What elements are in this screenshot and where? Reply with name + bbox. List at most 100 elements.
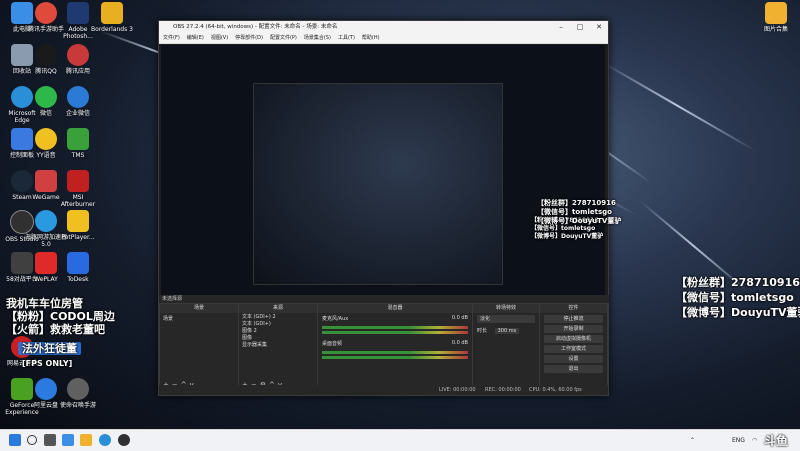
wechat-icon (35, 86, 57, 108)
network-icon[interactable]: ◠ (752, 430, 757, 451)
widgets-icon[interactable] (62, 434, 74, 446)
controls-dock: 控件 停止推流 开始录制 启动虚拟摄像机 工作室模式 设置 退出 (539, 303, 608, 391)
mixer-channel-mic: 麦克风/Aux 0.0 dB (318, 313, 472, 324)
transitions-dock-title: 转场特效 (473, 304, 539, 313)
desktop-icon-cod-mobile[interactable]: 使命召唤手游 (56, 378, 100, 409)
tms-icon (67, 128, 89, 150)
minimize-icon[interactable]: – (552, 21, 570, 33)
yy-icon (35, 128, 57, 150)
wecom-icon (67, 86, 89, 108)
douyu-watermark: 斗鱼 (764, 434, 789, 448)
desktop-icon-wecom[interactable]: 企业微信 (56, 86, 100, 117)
menu-docks[interactable]: 停靠部件(D) (235, 33, 263, 43)
folder-icon (765, 2, 787, 24)
preview-overlay-weibo: 【微博号】DouyuTV董驴 (531, 233, 604, 240)
exit-button[interactable]: 退出 (544, 365, 603, 373)
obs-titlebar[interactable]: OBS 27.2.4 (64-bit, windows) - 配置文件: 未命名… (159, 21, 608, 33)
mic-db: 0.0 dB (451, 315, 468, 321)
potplayer-icon (67, 210, 89, 232)
overlay-weibo: 【微博号】DouyuTV董驴 (676, 306, 800, 319)
task-view-icon[interactable] (44, 434, 56, 446)
live-timer: LIVE: 00:00:00 (439, 387, 476, 393)
start-virtual-camera-button[interactable]: 启动虚拟摄像机 (544, 335, 603, 343)
desktop-audio-label: 桌面音频 (322, 341, 343, 347)
mixer-dock-title: 混音器 (318, 304, 472, 313)
duration-input[interactable]: 300 ms (494, 328, 520, 334)
sources-dock: 来源 文本 (GDI+) 2 文本 (GDI+) 图像 2 图像 显示器采集 +… (238, 303, 318, 391)
transitions-dock: 转场特效 淡化 时长 300 ms (472, 303, 540, 391)
obs-taskbar-icon[interactable] (118, 434, 130, 446)
mic-label: 麦克风/Aux (322, 316, 349, 322)
overlay-fans-group: 【粉丝群】278710916 (676, 276, 800, 289)
desktop-audio-volume-slider[interactable] (322, 356, 468, 359)
search-icon[interactable] (27, 435, 37, 445)
menu-view[interactable]: 视图(V) (211, 33, 228, 43)
sources-dock-title: 来源 (239, 304, 317, 313)
desktop-icon-tms[interactable]: TMS (56, 128, 100, 159)
desktop-audio-db: 0.0 dB (451, 340, 468, 346)
desktop-icon-todesk[interactable]: ToDesk (56, 252, 100, 283)
start-icon[interactable] (9, 434, 21, 446)
scene-item[interactable]: 场景 (160, 313, 238, 324)
overlay-weibo-medium: 【微博号】DouyuTV董驴 (537, 217, 622, 225)
desktop-icon-tencent-apps[interactable]: 腾讯应用 (56, 44, 100, 75)
mic-volume-slider[interactable] (322, 331, 468, 334)
close-icon[interactable]: ✕ (590, 21, 608, 33)
taskbar: ⌃ ENG ◠ 斗鱼 (0, 429, 800, 451)
source-item[interactable]: 文本 (GDI+) 2 (242, 314, 314, 321)
rec-timer: REC: 00:00:00 (485, 387, 521, 393)
cpu-fps: CPU: 0.4%, 60.00 fps (529, 387, 582, 393)
maximize-icon[interactable]: □ (571, 21, 589, 33)
tencent-apps-icon (67, 44, 89, 66)
menu-file[interactable]: 文件(F) (163, 33, 180, 43)
source-item[interactable]: 显示器采集 (242, 342, 314, 349)
desktop-icon-pictures-folder[interactable]: 图片合集 (754, 2, 798, 33)
scenes-dock: 场景 场景 +−^v (159, 303, 239, 391)
desktop-audio-meter (322, 351, 468, 354)
edge-taskbar-icon[interactable] (99, 434, 111, 446)
tray-icons[interactable]: ⌃ (690, 430, 695, 451)
transition-duration-row: 时长 300 ms (473, 325, 539, 336)
menu-edit[interactable]: 编辑(E) (187, 33, 204, 43)
source-item[interactable]: 文本 (GDI+) (242, 321, 314, 328)
cod-mobile-icon (67, 378, 89, 400)
language-indicator[interactable]: ENG (732, 430, 745, 451)
start-recording-button[interactable]: 开始录制 (544, 325, 603, 333)
overlay-fans-medium: 【粉丝群】278710916 (537, 199, 616, 207)
mixer-dock: 混音器 麦克风/Aux 0.0 dB 桌面音频 0.0 dB (317, 303, 473, 391)
no-source-label: 未选择源 (162, 296, 183, 302)
overlay-wechat: 【微信号】tomletsgo (676, 291, 794, 304)
desktop-icon-potplayer[interactable]: PotPlayer... (56, 210, 100, 241)
obs-preview[interactable]: 【粉丝群】278710916 【微信号】tomletsgo 【微博号】Douyu… (161, 45, 605, 315)
photoshop-icon (67, 2, 89, 24)
menu-profile[interactable]: 配置文件(P) (270, 33, 297, 43)
menu-tools[interactable]: 工具(T) (338, 33, 355, 43)
tencent-icon (35, 2, 57, 24)
settings-button[interactable]: 设置 (544, 355, 603, 363)
preview-overlay-wechat: 【微信号】tomletsgo (531, 225, 596, 232)
menu-scene-collection[interactable]: 场景集合(S) (304, 33, 331, 43)
studio-mode-button[interactable]: 工作室模式 (544, 345, 603, 353)
overlay-left-line-2: 【粉粉】CODOL周边 (6, 310, 115, 323)
source-toolbar: 未选择源 (159, 295, 609, 303)
todesk-icon (67, 252, 89, 274)
transition-select[interactable]: 淡化 (477, 315, 535, 323)
overlay-banner: 法外狂徒董 (18, 342, 81, 355)
mixer-channel-desktop: 桌面音频 0.0 dB (318, 336, 472, 349)
source-item[interactable]: 图像 (242, 335, 314, 342)
stop-streaming-button[interactable]: 停止推流 (544, 315, 603, 323)
menu-help[interactable]: 帮助(H) (362, 33, 380, 43)
overlay-left-line-3: 【火箭】救救老董吧 (6, 323, 105, 336)
scenes-dock-title: 场景 (160, 304, 238, 313)
nested-preview (253, 83, 503, 285)
overlay-fps-label: [FPS ONLY] (22, 359, 73, 368)
desktop-icon-afterburner[interactable]: MSI Afterburner (56, 170, 100, 208)
overlay-wechat-medium: 【微信号】tomletsgo (537, 208, 612, 216)
obs-statusbar: LIVE: 00:00:00 REC: 00:00:00 CPU: 0.4%, … (159, 385, 608, 395)
source-item[interactable]: 图像 2 (242, 328, 314, 335)
desktop-icon-borderlands[interactable]: Borderlands 3 (90, 2, 134, 33)
overlay-left-line-1: 我机车车位房管 (6, 297, 83, 310)
file-explorer-icon[interactable] (80, 434, 92, 446)
borderlands-icon (101, 2, 123, 24)
sources-list: 文本 (GDI+) 2 文本 (GDI+) 图像 2 图像 显示器采集 (239, 313, 317, 350)
